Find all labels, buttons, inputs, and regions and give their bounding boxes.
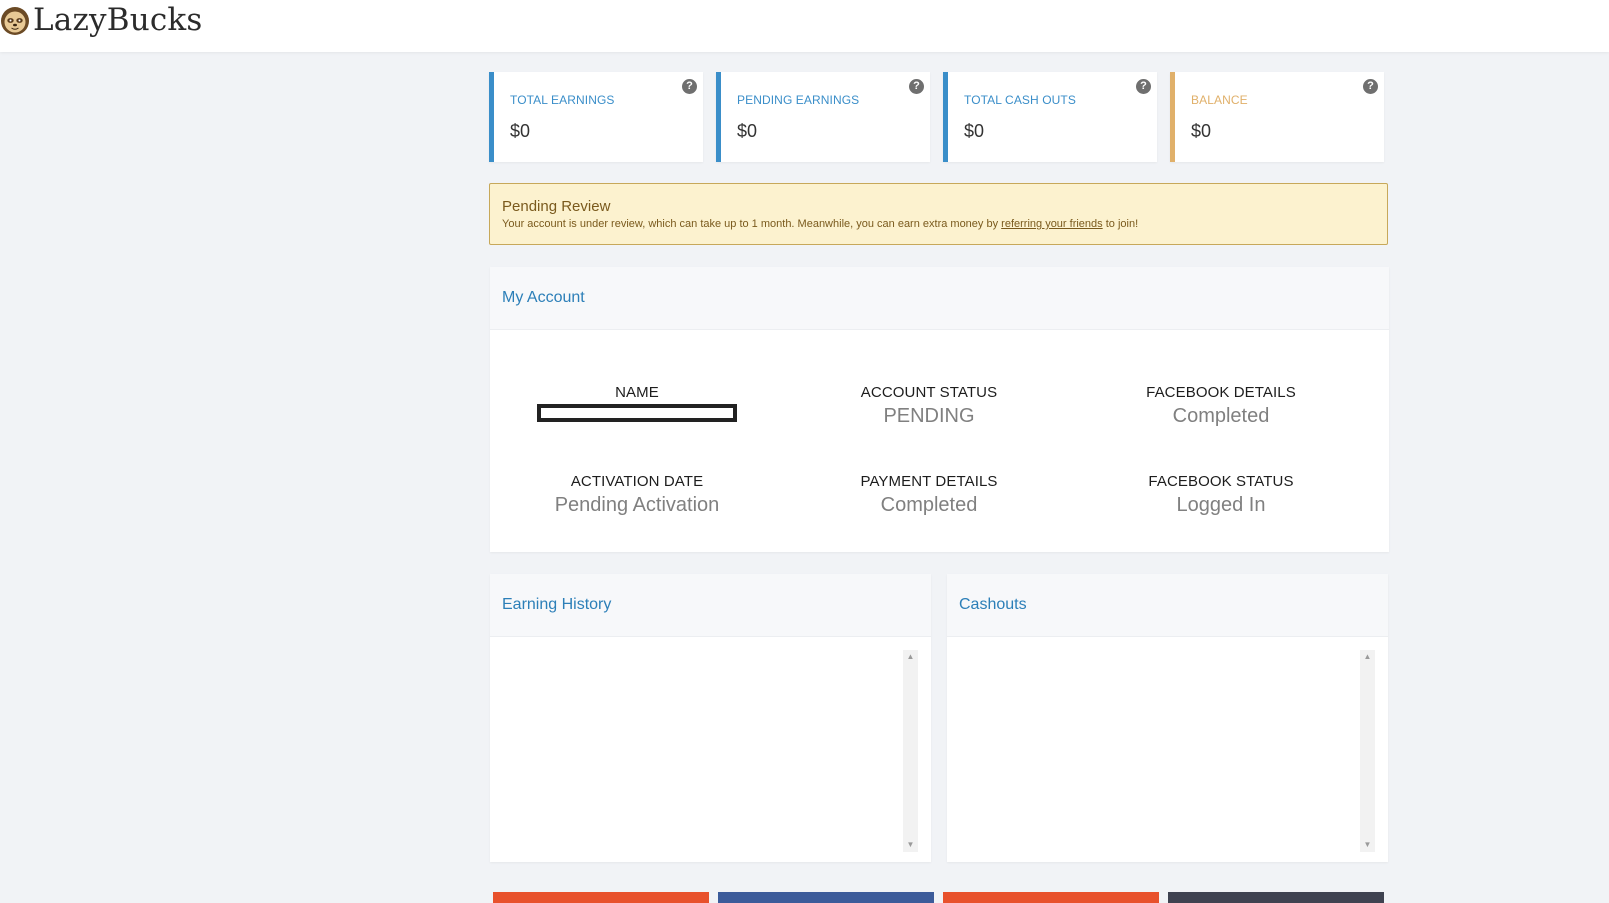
my-account-panel: My Account NAME ACCOUNT STATUS PENDING F… [490, 267, 1389, 552]
panel-title: Earning History [502, 596, 612, 613]
field-value: Pending Activation [554, 494, 720, 516]
payment-details-field: PAYMENT DETAILS Completed [799, 473, 1059, 517]
alert-message-text: Your account is under review, which can … [502, 218, 999, 230]
field-value: Completed [1172, 405, 1270, 427]
alert-message-end: to join! [1105, 218, 1139, 230]
facebook-details-field: FACEBOOK DETAILS Completed [1091, 384, 1351, 428]
stat-value: $0 [510, 121, 531, 141]
earning-history-panel: Earning History ▲ ▼ [490, 574, 931, 862]
field-value: Logged In [1176, 494, 1266, 516]
alert-message: Your account is under review, which can … [502, 218, 1138, 230]
facebook-status-field: FACEBOOK STATUS Logged In [1091, 473, 1351, 517]
help-icon[interactable]: ? [909, 79, 924, 94]
logo-text: LazyBucks [33, 2, 203, 38]
field-label: NAME [615, 384, 659, 401]
logo[interactable]: LazyBucks [0, 0, 203, 40]
scroll-up-arrow-icon[interactable]: ▲ [903, 650, 918, 664]
footer-button-3[interactable] [943, 892, 1159, 903]
refer-friends-link[interactable]: referring your friends [1001, 218, 1103, 230]
pending-review-alert: Pending Review Your account is under rev… [489, 183, 1388, 245]
account-name-field: NAME [507, 384, 767, 422]
help-icon[interactable]: ? [1363, 79, 1378, 94]
field-value: PENDING [883, 405, 975, 427]
stat-label: PENDING EARNINGS [737, 93, 860, 107]
stat-value: $0 [964, 121, 985, 141]
footer-button-2[interactable] [718, 892, 934, 903]
alert-title: Pending Review [502, 198, 611, 215]
scroll-up-arrow-icon[interactable]: ▲ [1360, 650, 1375, 664]
help-icon[interactable]: ? [682, 79, 697, 94]
panel-header: Cashouts [947, 574, 1388, 637]
footer-button-1[interactable] [493, 892, 709, 903]
field-label: ACTIVATION DATE [570, 473, 704, 490]
scroll-down-arrow-icon[interactable]: ▼ [1360, 838, 1375, 852]
account-status-field: ACCOUNT STATUS PENDING [799, 384, 1059, 428]
earning-history-scrollbar[interactable]: ▲ ▼ [903, 650, 918, 852]
stat-accent-bar [716, 72, 721, 162]
panel-title: Cashouts [959, 596, 1027, 613]
stat-accent-bar [943, 72, 948, 162]
stat-label: BALANCE [1191, 93, 1248, 107]
panel-header: Earning History [490, 574, 931, 637]
top-bar: LazyBucks [0, 0, 1609, 52]
panel-title: My Account [502, 289, 585, 306]
stat-value: $0 [1191, 121, 1212, 141]
stat-label: TOTAL EARNINGS [510, 93, 615, 107]
help-icon[interactable]: ? [1136, 79, 1151, 94]
field-label: PAYMENT DETAILS [860, 473, 998, 490]
field-value: Completed [880, 494, 978, 516]
stat-label: TOTAL CASH OUTS [964, 93, 1076, 107]
stat-card-pending-earnings: PENDING EARNINGS $0 ? [716, 72, 930, 162]
redacted-name [537, 404, 737, 422]
scroll-down-arrow-icon[interactable]: ▼ [903, 838, 918, 852]
cashouts-panel: Cashouts ▲ ▼ [947, 574, 1388, 862]
stat-card-balance: BALANCE $0 ? [1170, 72, 1384, 162]
footer-button-4[interactable] [1168, 892, 1384, 903]
stat-card-total-cash-outs: TOTAL CASH OUTS $0 ? [943, 72, 1157, 162]
sloth-logo-icon [1, 7, 29, 35]
stat-card-total-earnings: TOTAL EARNINGS $0 ? [489, 72, 703, 162]
stat-accent-bar [1170, 72, 1175, 162]
stat-value: $0 [737, 121, 758, 141]
field-label: ACCOUNT STATUS [860, 384, 998, 401]
field-label: FACEBOOK STATUS [1148, 473, 1294, 490]
field-label: FACEBOOK DETAILS [1146, 384, 1296, 401]
stat-accent-bar [489, 72, 494, 162]
cashouts-scrollbar[interactable]: ▲ ▼ [1360, 650, 1375, 852]
activation-date-field: ACTIVATION DATE Pending Activation [507, 473, 767, 517]
panel-header: My Account [490, 267, 1389, 330]
